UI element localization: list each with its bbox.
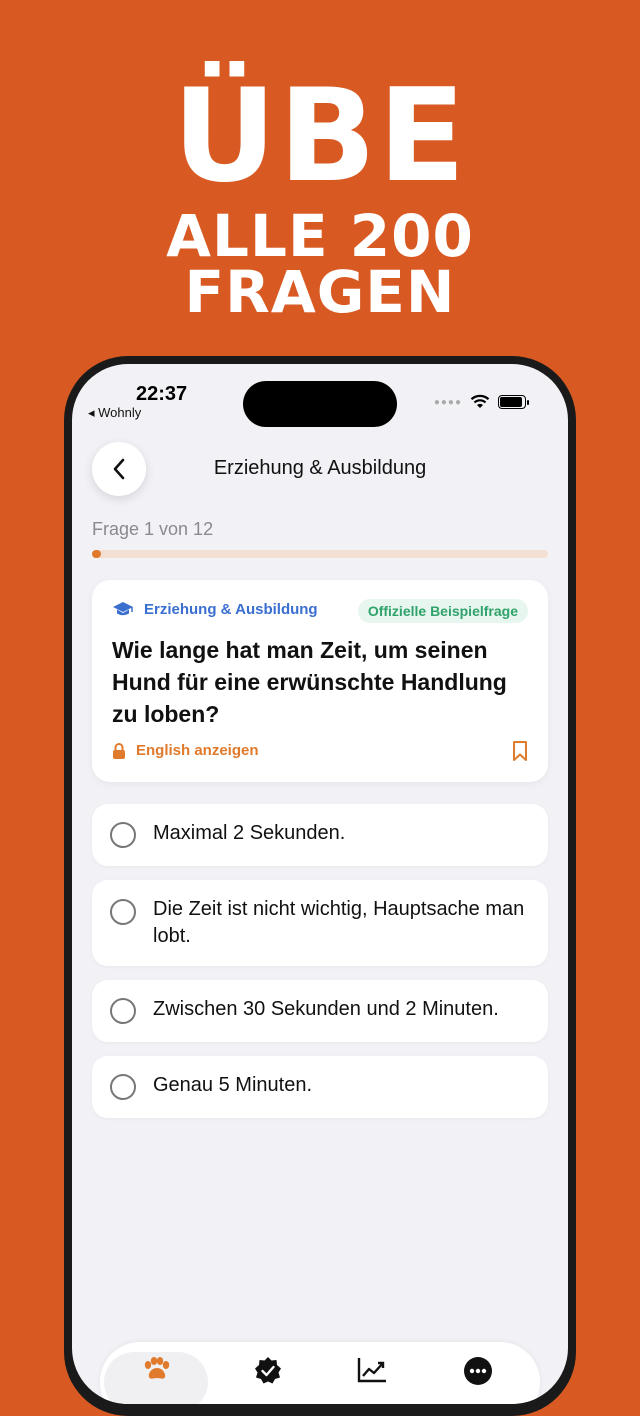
tab-more[interactable] xyxy=(426,1352,530,1404)
answer-option[interactable]: Die Zeit ist nicht wichtig, Hauptsache m… xyxy=(92,880,548,966)
nav-title: Erziehung & Ausbildung xyxy=(213,457,427,479)
question-text: Wie lange hat man Zeit, um seinen Hund f… xyxy=(112,637,507,727)
question-category: Erziehung & Ausbildung xyxy=(112,600,318,618)
bookmark-icon[interactable] xyxy=(512,740,528,762)
status-icons: ●●●● xyxy=(433,394,529,410)
phone-screen: 22:37 ◂ Wohnly ●●●● Erziehung & Ausbildu… xyxy=(72,364,568,1404)
progress-bar xyxy=(92,550,548,558)
dynamic-island xyxy=(243,381,397,427)
tab-paw[interactable] xyxy=(104,1352,208,1404)
show-english-toggle[interactable]: English anzeigen xyxy=(112,742,259,759)
tab-verified[interactable] xyxy=(216,1352,320,1404)
radio-button[interactable] xyxy=(110,1074,136,1100)
answer-text: Maximal 2 Sekunden. xyxy=(153,822,346,844)
progress-label: Frage 1 von 12 xyxy=(92,519,214,539)
battery-icon xyxy=(498,395,529,409)
answer-text: Zwischen 30 Sekunden und 2 Minuten. xyxy=(153,998,499,1020)
answer-text: Genau 5 Minuten. xyxy=(153,1074,312,1096)
tab-bar xyxy=(100,1342,540,1404)
chart-icon xyxy=(357,1358,386,1383)
question-card: Erziehung & Ausbildung Offizielle Beispi… xyxy=(92,580,548,782)
promo-subtitle-line1: ALLE 200 xyxy=(166,202,474,270)
progress-bar-fill xyxy=(92,550,102,558)
radio-button[interactable] xyxy=(110,998,136,1024)
graduation-cap-icon xyxy=(113,602,133,616)
answer-option[interactable]: Maximal 2 Sekunden. xyxy=(92,804,548,866)
signal-icon: ●●●● xyxy=(433,396,462,408)
answer-text: Die Zeit ist nicht wichtig, Hauptsache m… xyxy=(153,898,525,947)
radio-button[interactable] xyxy=(110,822,136,848)
paw-icon xyxy=(144,1357,170,1379)
promo-subtitle-line2: FRAGEN xyxy=(184,258,456,326)
promo-title: ÜBE xyxy=(172,62,468,211)
wifi-icon xyxy=(470,394,490,408)
back-to-app-link[interactable]: ◂ Wohnly xyxy=(88,405,141,421)
promo-subtitle: ALLE 200 FRAGEN xyxy=(0,202,640,326)
more-icon xyxy=(464,1357,492,1385)
check-badge-icon xyxy=(255,1357,281,1384)
status-time: 22:37 xyxy=(136,383,188,405)
tab-stats[interactable] xyxy=(320,1352,424,1404)
show-english-label: English anzeigen xyxy=(136,742,259,759)
answer-option[interactable]: Genau 5 Minuten. xyxy=(92,1056,548,1118)
answer-option[interactable]: Zwischen 30 Sekunden und 2 Minuten. xyxy=(92,980,548,1042)
radio-button[interactable] xyxy=(110,899,136,925)
lock-icon xyxy=(113,742,125,759)
official-badge: Offizielle Beispielfrage xyxy=(357,599,528,623)
question-category-label: Erziehung & Ausbildung xyxy=(144,600,318,618)
